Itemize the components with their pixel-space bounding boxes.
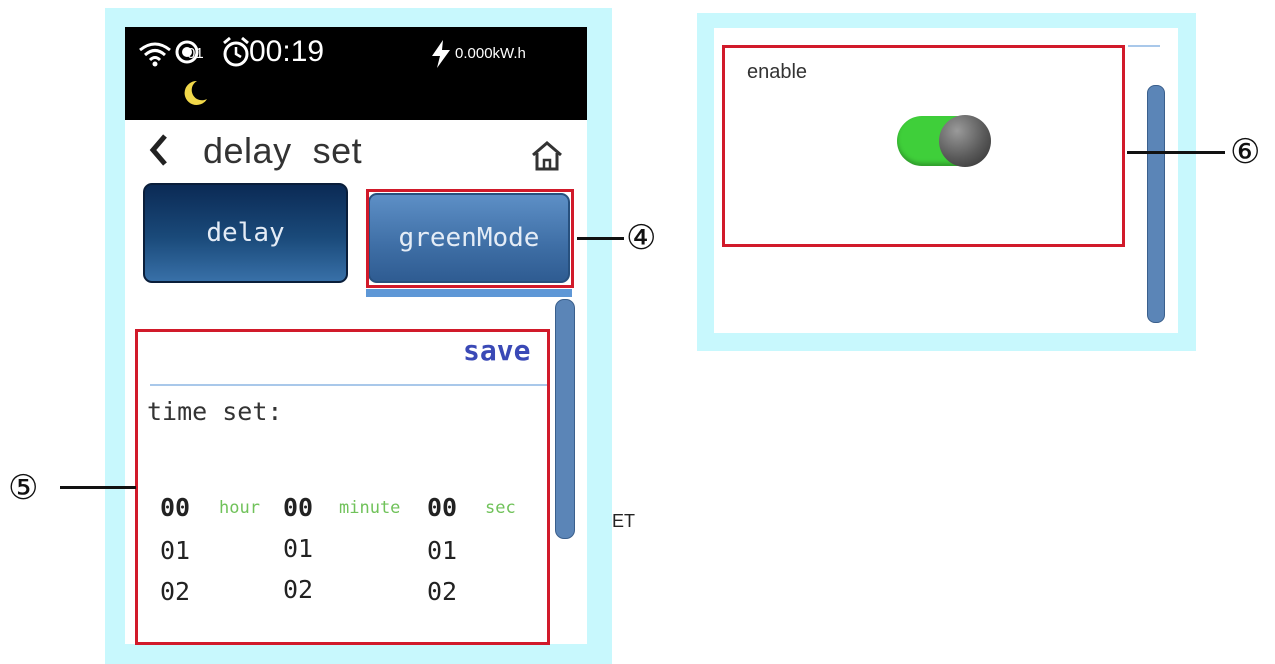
leader-line xyxy=(1127,151,1225,154)
callout-4: ④ xyxy=(626,219,657,257)
stray-text: ET xyxy=(612,511,636,531)
divider xyxy=(1128,45,1160,47)
highlight-box-enable xyxy=(722,45,1125,247)
highlight-box-delay-panel xyxy=(135,329,550,645)
highlight-box-green-mode xyxy=(366,189,574,288)
leader-line xyxy=(577,237,624,240)
scrollbar[interactable] xyxy=(1147,85,1165,323)
leader-line xyxy=(60,486,136,489)
callout-6: ⑥ xyxy=(1230,133,1261,171)
callout-5: ⑤ xyxy=(8,469,39,507)
